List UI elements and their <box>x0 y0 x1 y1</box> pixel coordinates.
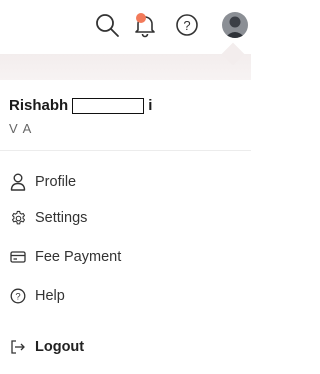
avatar[interactable] <box>218 8 252 42</box>
search-icon <box>96 14 119 37</box>
menu-item-label: Help <box>35 288 65 304</box>
dropdown-header-band <box>0 54 251 80</box>
search-button[interactable] <box>90 8 124 42</box>
card-icon <box>9 248 27 266</box>
divider <box>0 150 251 151</box>
menu-item-label: Settings <box>35 210 88 226</box>
user-info: Rishabh i V A <box>9 97 152 136</box>
menu-item-fee-payment[interactable]: Fee Payment <box>9 245 121 269</box>
svg-text:?: ? <box>15 292 20 303</box>
menu-item-settings[interactable]: Settings <box>9 206 87 230</box>
help-icon: ? <box>176 14 198 36</box>
redacted-block <box>72 97 145 114</box>
user-subtitle: V A <box>9 121 33 136</box>
notification-dot <box>136 13 146 23</box>
top-bar: ? <box>0 0 251 50</box>
help-button[interactable]: ? <box>170 8 204 42</box>
logout-icon <box>9 338 27 356</box>
user-first-name: Rishabh <box>9 97 69 114</box>
notifications-button[interactable] <box>128 8 162 42</box>
avatar-image <box>222 12 248 38</box>
user-last-initial: i <box>148 97 153 114</box>
gear-icon <box>9 209 27 227</box>
menu-item-label: Logout <box>35 339 85 355</box>
menu-item-help[interactable]: ? Help <box>9 284 65 308</box>
menu-item-label: Profile <box>35 174 77 190</box>
user-name: Rishabh i <box>9 97 152 114</box>
menu-item-label: Fee Payment <box>35 249 122 265</box>
menu-item-profile[interactable]: Profile <box>9 170 76 194</box>
menu-item-logout[interactable]: Logout <box>9 335 84 359</box>
help-icon: ? <box>9 287 27 305</box>
svg-text:?: ? <box>183 18 190 33</box>
user-icon <box>9 173 27 191</box>
